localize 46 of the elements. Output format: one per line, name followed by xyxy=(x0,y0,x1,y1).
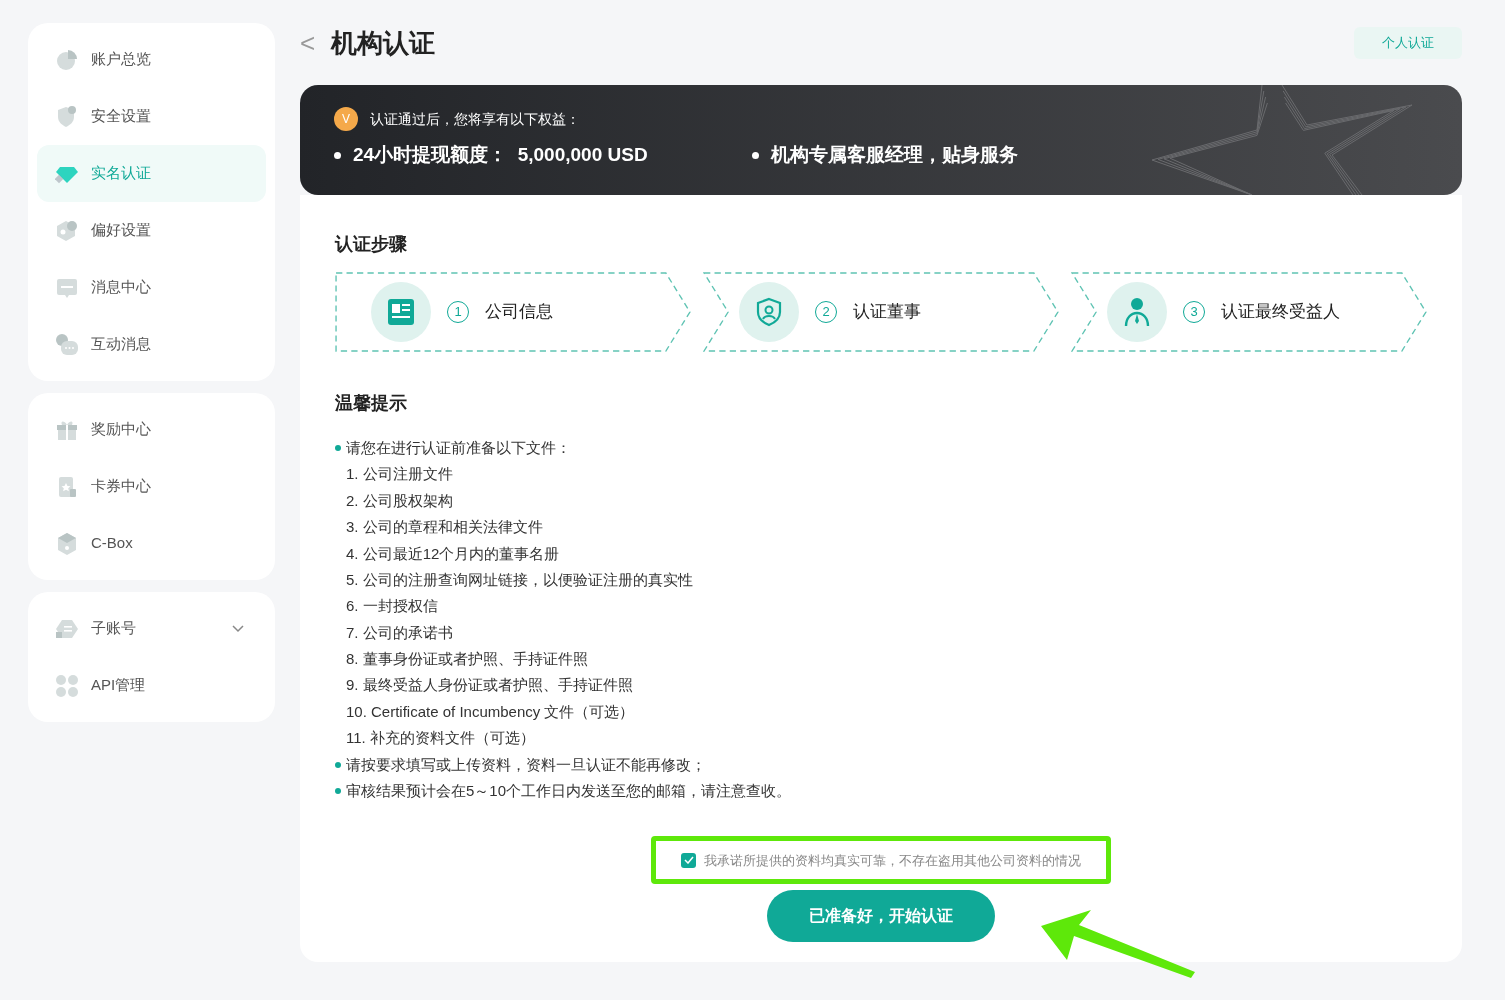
four-circles-icon xyxy=(55,673,79,698)
page-title: 机构认证 xyxy=(331,26,436,60)
sidebar-item[interactable]: 互动消息 xyxy=(37,316,266,373)
list-item-text: 11. 补充的资料文件（可选） xyxy=(346,728,535,749)
tip-text: 请您在进行认证前准备以下文件： xyxy=(346,437,571,458)
step-label: 认证最终受益人 xyxy=(1221,301,1340,324)
list-item-text: 4. 公司最近12个月内的董事名册 xyxy=(346,543,560,564)
chevron-down-icon[interactable] xyxy=(232,624,244,633)
sidebar-item[interactable]: 偏好设置 xyxy=(37,202,266,259)
tip-text: 请按要求填写或上传资料，资料一旦认证不能再修改； xyxy=(346,754,706,775)
hexagon-icon xyxy=(55,218,79,243)
pie-chart-icon xyxy=(55,47,79,72)
sidebar-item[interactable]: 账户总览 xyxy=(37,31,266,88)
mystery-box-icon xyxy=(55,531,79,556)
benefit-text: 24小时提现额度： 5,000,000 USD xyxy=(353,143,648,167)
list-item-text: 6. 一封授权信 xyxy=(346,596,438,617)
sidebar-item[interactable]: 消息中心 xyxy=(37,259,266,316)
sidebar-item[interactable]: 安全设置 xyxy=(37,88,266,145)
section-title: 认证步骤 xyxy=(335,233,408,256)
checkbox[interactable] xyxy=(681,852,696,868)
benefit-text: 机构专属客服经理，贴身服务 xyxy=(771,143,1018,167)
sidebar-item[interactable]: 子账号 xyxy=(37,600,266,657)
list-item-text: 2. 公司股权架构 xyxy=(346,490,453,511)
list-item-text: 5. 公司的注册查询网址链接，以便验证注册的真实性 xyxy=(346,569,693,590)
list-item-text: 7. 公司的承诺书 xyxy=(346,622,453,643)
chat-bubbles-icon xyxy=(55,332,79,357)
document-icon xyxy=(386,297,416,327)
sidebar-item[interactable]: 奖励中心 xyxy=(37,401,266,458)
list-item-text: 3. 公司的章程和相关法律文件 xyxy=(346,517,543,538)
shield-person-icon xyxy=(754,297,784,327)
sidebar-item[interactable]: C-Box xyxy=(37,515,266,572)
sidebar-item[interactable]: API管理 xyxy=(37,657,266,714)
list-item-text: 1. 公司注册文件 xyxy=(346,464,453,485)
v-badge: V xyxy=(334,107,358,131)
sidebar-item[interactable]: 卡券中心 xyxy=(37,458,266,515)
tip-text: 审核结果预计会在5～10个工作日内发送至您的邮箱，请注意查收。 xyxy=(346,781,792,801)
list-item-text: 10. Certificate of Incumbency 文件（可选） xyxy=(346,701,635,722)
shield-icon xyxy=(55,104,79,129)
person-with-tie-icon xyxy=(1122,297,1152,327)
step-label: 公司信息 xyxy=(485,301,553,324)
banner-intro: 认证通过后，您将享有以下权益： xyxy=(370,109,580,129)
list-item-text: 8. 董事身份证或者护照、手持证件照 xyxy=(346,649,588,670)
list-item-text: 9. 最终受益人身份证或者护照、手持证件照 xyxy=(346,675,633,696)
step-label: 认证董事 xyxy=(853,301,921,324)
section-title: 温馨提示 xyxy=(335,392,408,415)
agreement-text: 我承诺所提供的资料均真实可靠，不存在盗用其他公司资料的情况 xyxy=(704,851,1081,870)
